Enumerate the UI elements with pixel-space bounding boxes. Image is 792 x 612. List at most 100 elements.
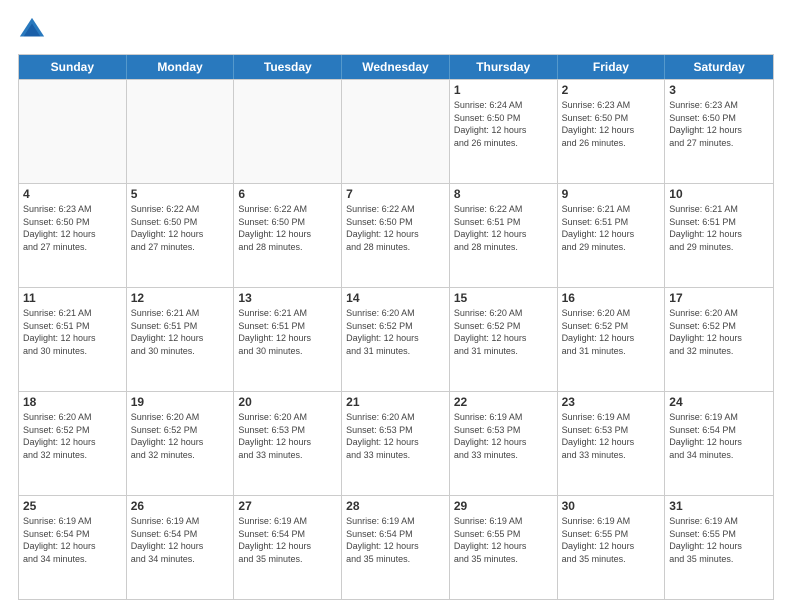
weekday-header-monday: Monday (127, 55, 235, 79)
calendar-cell-2-5: 8 Sunrise: 6:22 AM Sunset: 6:51 PM Daylig… (450, 184, 558, 287)
calendar-row-2: 4 Sunrise: 6:23 AM Sunset: 6:50 PM Daylig… (19, 183, 773, 287)
cell-day-number: 1 (454, 83, 553, 97)
cell-info-text: Sunrise: 6:20 AM Sunset: 6:53 PM Dayligh… (238, 411, 337, 461)
calendar-cell-5-4: 28 Sunrise: 6:19 AM Sunset: 6:54 PM Dayli… (342, 496, 450, 599)
cell-info-text: Sunrise: 6:19 AM Sunset: 6:54 PM Dayligh… (131, 515, 230, 565)
cell-day-number: 25 (23, 499, 122, 513)
cell-day-number: 22 (454, 395, 553, 409)
cell-day-number: 9 (562, 187, 661, 201)
calendar-cell-2-4: 7 Sunrise: 6:22 AM Sunset: 6:50 PM Daylig… (342, 184, 450, 287)
calendar-cell-3-4: 14Sunrise: 6:20 AM Sunset: 6:52 PM Dayli… (342, 288, 450, 391)
cell-info-text: Sunrise: 6:20 AM Sunset: 6:53 PM Dayligh… (346, 411, 445, 461)
cell-info-text: Sunrise: 6:23 AM Sunset: 6:50 PM Dayligh… (669, 99, 769, 149)
cell-info-text: Sunrise: 6:23 AM Sunset: 6:50 PM Dayligh… (23, 203, 122, 253)
calendar-cell-1-4 (342, 80, 450, 183)
calendar-row-1: 1 Sunrise: 6:24 AM Sunset: 6:50 PM Daylig… (19, 79, 773, 183)
calendar-cell-4-5: 22 Sunrise: 6:19 AM Sunset: 6:53 PM Dayli… (450, 392, 558, 495)
header (18, 16, 774, 44)
cell-day-number: 5 (131, 187, 230, 201)
calendar-cell-3-5: 15 Sunrise: 6:20 AM Sunset: 6:52 PM Dayli… (450, 288, 558, 391)
calendar-body: 1 Sunrise: 6:24 AM Sunset: 6:50 PM Daylig… (19, 79, 773, 599)
cell-info-text: Sunrise: 6:20 AM Sunset: 6:52 PM Dayligh… (131, 411, 230, 461)
calendar-row-5: 25 Sunrise: 6:19 AM Sunset: 6:54 PM Dayli… (19, 495, 773, 599)
cell-day-number: 16 (562, 291, 661, 305)
cell-day-number: 8 (454, 187, 553, 201)
calendar-cell-5-7: 31 Sunrise: 6:19 AM Sunset: 6:55 PM Dayli… (665, 496, 773, 599)
cell-day-number: 24 (669, 395, 769, 409)
calendar-cell-4-3: 20 Sunrise: 6:20 AM Sunset: 6:53 PM Dayli… (234, 392, 342, 495)
weekday-header-wednesday: Wednesday (342, 55, 450, 79)
cell-day-number: 15 (454, 291, 553, 305)
calendar-cell-1-7: 3 Sunrise: 6:23 AM Sunset: 6:50 PM Daylig… (665, 80, 773, 183)
cell-info-text: Sunrise: 6:20 AM Sunset: 6:52 PM Dayligh… (23, 411, 122, 461)
calendar-cell-2-7: 10 Sunrise: 6:21 AM Sunset: 6:51 PM Dayli… (665, 184, 773, 287)
cell-info-text: Sunrise: 6:22 AM Sunset: 6:50 PM Dayligh… (131, 203, 230, 253)
cell-day-number: 2 (562, 83, 661, 97)
calendar-cell-4-7: 24Sunrise: 6:19 AM Sunset: 6:54 PM Dayli… (665, 392, 773, 495)
calendar-cell-2-6: 9 Sunrise: 6:21 AM Sunset: 6:51 PM Daylig… (558, 184, 666, 287)
cell-day-number: 17 (669, 291, 769, 305)
calendar: SundayMondayTuesdayWednesdayThursdayFrid… (18, 54, 774, 600)
cell-day-number: 30 (562, 499, 661, 513)
cell-day-number: 13 (238, 291, 337, 305)
cell-info-text: Sunrise: 6:21 AM Sunset: 6:51 PM Dayligh… (669, 203, 769, 253)
cell-info-text: Sunrise: 6:20 AM Sunset: 6:52 PM Dayligh… (669, 307, 769, 357)
calendar-cell-4-2: 19 Sunrise: 6:20 AM Sunset: 6:52 PM Dayli… (127, 392, 235, 495)
logo (18, 16, 50, 44)
cell-info-text: Sunrise: 6:21 AM Sunset: 6:51 PM Dayligh… (131, 307, 230, 357)
calendar-cell-2-2: 5 Sunrise: 6:22 AM Sunset: 6:50 PM Daylig… (127, 184, 235, 287)
calendar-cell-5-2: 26 Sunrise: 6:19 AM Sunset: 6:54 PM Dayli… (127, 496, 235, 599)
cell-day-number: 26 (131, 499, 230, 513)
cell-info-text: Sunrise: 6:21 AM Sunset: 6:51 PM Dayligh… (238, 307, 337, 357)
calendar-cell-4-6: 23 Sunrise: 6:19 AM Sunset: 6:53 PM Dayli… (558, 392, 666, 495)
cell-day-number: 29 (454, 499, 553, 513)
calendar-cell-5-3: 27Sunrise: 6:19 AM Sunset: 6:54 PM Dayli… (234, 496, 342, 599)
cell-info-text: Sunrise: 6:23 AM Sunset: 6:50 PM Dayligh… (562, 99, 661, 149)
calendar-cell-5-5: 29 Sunrise: 6:19 AM Sunset: 6:55 PM Dayli… (450, 496, 558, 599)
cell-info-text: Sunrise: 6:21 AM Sunset: 6:51 PM Dayligh… (23, 307, 122, 357)
cell-info-text: Sunrise: 6:19 AM Sunset: 6:55 PM Dayligh… (562, 515, 661, 565)
calendar-cell-4-1: 18Sunrise: 6:20 AM Sunset: 6:52 PM Dayli… (19, 392, 127, 495)
calendar-cell-3-2: 12Sunrise: 6:21 AM Sunset: 6:51 PM Dayli… (127, 288, 235, 391)
calendar-header: SundayMondayTuesdayWednesdayThursdayFrid… (19, 55, 773, 79)
cell-info-text: Sunrise: 6:19 AM Sunset: 6:54 PM Dayligh… (346, 515, 445, 565)
cell-info-text: Sunrise: 6:19 AM Sunset: 6:54 PM Dayligh… (23, 515, 122, 565)
cell-day-number: 21 (346, 395, 445, 409)
cell-info-text: Sunrise: 6:20 AM Sunset: 6:52 PM Dayligh… (454, 307, 553, 357)
calendar-cell-1-6: 2 Sunrise: 6:23 AM Sunset: 6:50 PM Daylig… (558, 80, 666, 183)
calendar-cell-5-1: 25 Sunrise: 6:19 AM Sunset: 6:54 PM Dayli… (19, 496, 127, 599)
cell-day-number: 19 (131, 395, 230, 409)
cell-day-number: 3 (669, 83, 769, 97)
cell-info-text: Sunrise: 6:22 AM Sunset: 6:51 PM Dayligh… (454, 203, 553, 253)
calendar-row-4: 18Sunrise: 6:20 AM Sunset: 6:52 PM Dayli… (19, 391, 773, 495)
cell-info-text: Sunrise: 6:19 AM Sunset: 6:55 PM Dayligh… (669, 515, 769, 565)
calendar-cell-5-6: 30 Sunrise: 6:19 AM Sunset: 6:55 PM Dayli… (558, 496, 666, 599)
cell-day-number: 27 (238, 499, 337, 513)
weekday-header-friday: Friday (558, 55, 666, 79)
weekday-header-thursday: Thursday (450, 55, 558, 79)
cell-day-number: 31 (669, 499, 769, 513)
calendar-cell-3-6: 16Sunrise: 6:20 AM Sunset: 6:52 PM Dayli… (558, 288, 666, 391)
cell-info-text: Sunrise: 6:20 AM Sunset: 6:52 PM Dayligh… (346, 307, 445, 357)
calendar-cell-2-1: 4 Sunrise: 6:23 AM Sunset: 6:50 PM Daylig… (19, 184, 127, 287)
cell-info-text: Sunrise: 6:19 AM Sunset: 6:53 PM Dayligh… (454, 411, 553, 461)
cell-info-text: Sunrise: 6:21 AM Sunset: 6:51 PM Dayligh… (562, 203, 661, 253)
weekday-header-sunday: Sunday (19, 55, 127, 79)
calendar-cell-3-7: 17 Sunrise: 6:20 AM Sunset: 6:52 PM Dayli… (665, 288, 773, 391)
cell-info-text: Sunrise: 6:24 AM Sunset: 6:50 PM Dayligh… (454, 99, 553, 149)
cell-day-number: 4 (23, 187, 122, 201)
cell-info-text: Sunrise: 6:22 AM Sunset: 6:50 PM Dayligh… (346, 203, 445, 253)
cell-day-number: 10 (669, 187, 769, 201)
cell-info-text: Sunrise: 6:19 AM Sunset: 6:55 PM Dayligh… (454, 515, 553, 565)
cell-info-text: Sunrise: 6:19 AM Sunset: 6:53 PM Dayligh… (562, 411, 661, 461)
calendar-cell-1-1 (19, 80, 127, 183)
cell-day-number: 7 (346, 187, 445, 201)
calendar-cell-2-3: 6Sunrise: 6:22 AM Sunset: 6:50 PM Daylig… (234, 184, 342, 287)
cell-day-number: 20 (238, 395, 337, 409)
cell-day-number: 23 (562, 395, 661, 409)
weekday-header-tuesday: Tuesday (234, 55, 342, 79)
weekday-header-saturday: Saturday (665, 55, 773, 79)
cell-day-number: 28 (346, 499, 445, 513)
calendar-cell-4-4: 21 Sunrise: 6:20 AM Sunset: 6:53 PM Dayli… (342, 392, 450, 495)
cell-info-text: Sunrise: 6:22 AM Sunset: 6:50 PM Dayligh… (238, 203, 337, 253)
